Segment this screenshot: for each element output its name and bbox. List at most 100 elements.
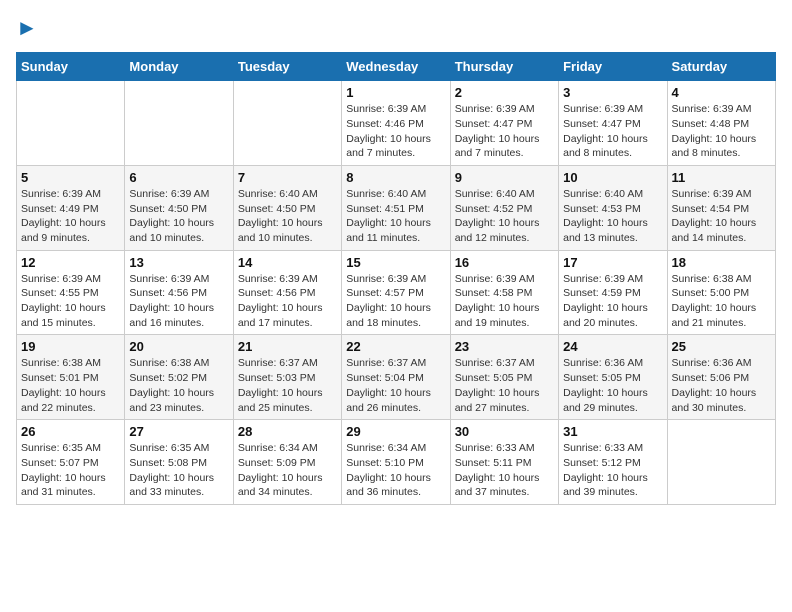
table-row: 4 Sunrise: 6:39 AM Sunset: 4:48 PM Daylig… xyxy=(667,81,775,166)
day-info: Sunrise: 6:38 AM Sunset: 5:01 PM Dayligh… xyxy=(21,356,120,415)
day-number: 30 xyxy=(455,424,554,439)
day-number: 16 xyxy=(455,255,554,270)
col-friday: Friday xyxy=(559,53,667,81)
calendar-week-3: 12Sunrise: 6:39 AM Sunset: 4:55 PM Dayli… xyxy=(17,250,776,335)
table-row: 22 Sunrise: 6:37 AM Sunset: 5:04 PM Dayli… xyxy=(342,335,450,420)
table-row: 28 Sunrise: 6:34 AM Sunset: 5:09 PM Dayli… xyxy=(233,420,341,505)
day-number: 23 xyxy=(455,339,554,354)
day-info: Sunrise: 6:40 AM Sunset: 4:53 PM Dayligh… xyxy=(563,187,662,246)
table-row: 9 Sunrise: 6:40 AM Sunset: 4:52 PM Daylig… xyxy=(450,165,558,250)
day-number: 22 xyxy=(346,339,445,354)
day-info: Sunrise: 6:39 AM Sunset: 4:47 PM Dayligh… xyxy=(563,102,662,161)
table-row xyxy=(667,420,775,505)
calendar-week-1: 1Sunrise: 6:39 AM Sunset: 4:46 PM Daylig… xyxy=(17,81,776,166)
day-info: Sunrise: 6:40 AM Sunset: 4:51 PM Dayligh… xyxy=(346,187,445,246)
table-row: 10 Sunrise: 6:40 AM Sunset: 4:53 PM Dayli… xyxy=(559,165,667,250)
day-number: 7 xyxy=(238,170,337,185)
table-row: 17 Sunrise: 6:39 AM Sunset: 4:59 PM Dayli… xyxy=(559,250,667,335)
day-number: 13 xyxy=(129,255,228,270)
table-row: 19 Sunrise: 6:38 AM Sunset: 5:01 PM Dayli… xyxy=(17,335,125,420)
day-info: Sunrise: 6:37 AM Sunset: 5:04 PM Dayligh… xyxy=(346,356,445,415)
table-row xyxy=(233,81,341,166)
calendar-week-5: 26 Sunrise: 6:35 AM Sunset: 5:07 PM Dayli… xyxy=(17,420,776,505)
day-number: 21 xyxy=(238,339,337,354)
day-info: Sunrise: 6:39 AM Sunset: 4:58 PM Dayligh… xyxy=(455,272,554,331)
day-info: Sunrise: 6:39 AM Sunset: 4:56 PM Dayligh… xyxy=(129,272,228,331)
table-row: 18 Sunrise: 6:38 AM Sunset: 5:00 PM Dayli… xyxy=(667,250,775,335)
day-number: 17 xyxy=(563,255,662,270)
day-info: Sunrise: 6:37 AM Sunset: 5:05 PM Dayligh… xyxy=(455,356,554,415)
day-info: Sunrise: 6:35 AM Sunset: 5:08 PM Dayligh… xyxy=(129,441,228,500)
table-row: 11 Sunrise: 6:39 AM Sunset: 4:54 PM Dayli… xyxy=(667,165,775,250)
table-row: 20Sunrise: 6:38 AM Sunset: 5:02 PM Dayli… xyxy=(125,335,233,420)
day-info: Sunrise: 6:40 AM Sunset: 4:50 PM Dayligh… xyxy=(238,187,337,246)
table-row: 16 Sunrise: 6:39 AM Sunset: 4:58 PM Dayli… xyxy=(450,250,558,335)
table-row: 13 Sunrise: 6:39 AM Sunset: 4:56 PM Dayli… xyxy=(125,250,233,335)
day-number: 6 xyxy=(129,170,228,185)
table-row: 31 Sunrise: 6:33 AM Sunset: 5:12 PM Dayli… xyxy=(559,420,667,505)
table-row: 21Sunrise: 6:37 AM Sunset: 5:03 PM Dayli… xyxy=(233,335,341,420)
day-info: Sunrise: 6:35 AM Sunset: 5:07 PM Dayligh… xyxy=(21,441,120,500)
table-row: 15 Sunrise: 6:39 AM Sunset: 4:57 PM Dayli… xyxy=(342,250,450,335)
calendar-week-4: 19 Sunrise: 6:38 AM Sunset: 5:01 PM Dayli… xyxy=(17,335,776,420)
day-number: 28 xyxy=(238,424,337,439)
day-number: 26 xyxy=(21,424,120,439)
table-row: 26 Sunrise: 6:35 AM Sunset: 5:07 PM Dayli… xyxy=(17,420,125,505)
table-row: 8Sunrise: 6:40 AM Sunset: 4:51 PM Daylig… xyxy=(342,165,450,250)
table-row: 27 Sunrise: 6:35 AM Sunset: 5:08 PM Dayli… xyxy=(125,420,233,505)
day-info: Sunrise: 6:36 AM Sunset: 5:06 PM Dayligh… xyxy=(672,356,771,415)
day-number: 5 xyxy=(21,170,120,185)
day-number: 25 xyxy=(672,339,771,354)
calendar-table: Sunday Monday Tuesday Wednesday Thursday… xyxy=(16,52,776,505)
day-info: Sunrise: 6:39 AM Sunset: 4:59 PM Dayligh… xyxy=(563,272,662,331)
day-info: Sunrise: 6:33 AM Sunset: 5:12 PM Dayligh… xyxy=(563,441,662,500)
page-header: ► xyxy=(16,16,776,40)
day-info: Sunrise: 6:39 AM Sunset: 4:55 PM Dayligh… xyxy=(21,272,120,331)
col-thursday: Thursday xyxy=(450,53,558,81)
day-number: 15 xyxy=(346,255,445,270)
day-info: Sunrise: 6:39 AM Sunset: 4:46 PM Dayligh… xyxy=(346,102,445,161)
day-number: 4 xyxy=(672,85,771,100)
logo-triangle-icon: ► xyxy=(16,15,38,40)
day-number: 18 xyxy=(672,255,771,270)
day-number: 27 xyxy=(129,424,228,439)
day-number: 29 xyxy=(346,424,445,439)
day-info: Sunrise: 6:40 AM Sunset: 4:52 PM Dayligh… xyxy=(455,187,554,246)
table-row: 5 Sunrise: 6:39 AM Sunset: 4:49 PM Daylig… xyxy=(17,165,125,250)
day-number: 10 xyxy=(563,170,662,185)
day-info: Sunrise: 6:39 AM Sunset: 4:49 PM Dayligh… xyxy=(21,187,120,246)
day-number: 9 xyxy=(455,170,554,185)
day-info: Sunrise: 6:39 AM Sunset: 4:48 PM Dayligh… xyxy=(672,102,771,161)
day-number: 3 xyxy=(563,85,662,100)
calendar-week-2: 5 Sunrise: 6:39 AM Sunset: 4:49 PM Daylig… xyxy=(17,165,776,250)
day-info: Sunrise: 6:39 AM Sunset: 4:54 PM Dayligh… xyxy=(672,187,771,246)
day-info: Sunrise: 6:34 AM Sunset: 5:09 PM Dayligh… xyxy=(238,441,337,500)
day-number: 24 xyxy=(563,339,662,354)
table-row xyxy=(125,81,233,166)
table-row: 1Sunrise: 6:39 AM Sunset: 4:46 PM Daylig… xyxy=(342,81,450,166)
table-row: 30 Sunrise: 6:33 AM Sunset: 5:11 PM Dayli… xyxy=(450,420,558,505)
table-row: 7 Sunrise: 6:40 AM Sunset: 4:50 PM Daylig… xyxy=(233,165,341,250)
table-row: 6 Sunrise: 6:39 AM Sunset: 4:50 PM Daylig… xyxy=(125,165,233,250)
day-number: 11 xyxy=(672,170,771,185)
day-info: Sunrise: 6:39 AM Sunset: 4:50 PM Dayligh… xyxy=(129,187,228,246)
col-saturday: Saturday xyxy=(667,53,775,81)
table-row: 14Sunrise: 6:39 AM Sunset: 4:56 PM Dayli… xyxy=(233,250,341,335)
logo: ► xyxy=(16,16,38,40)
day-info: Sunrise: 6:39 AM Sunset: 4:57 PM Dayligh… xyxy=(346,272,445,331)
table-row: 29Sunrise: 6:34 AM Sunset: 5:10 PM Dayli… xyxy=(342,420,450,505)
header-row: Sunday Monday Tuesday Wednesday Thursday… xyxy=(17,53,776,81)
day-number: 19 xyxy=(21,339,120,354)
table-row: 2Sunrise: 6:39 AM Sunset: 4:47 PM Daylig… xyxy=(450,81,558,166)
day-number: 31 xyxy=(563,424,662,439)
col-monday: Monday xyxy=(125,53,233,81)
col-wednesday: Wednesday xyxy=(342,53,450,81)
table-row: 24Sunrise: 6:36 AM Sunset: 5:05 PM Dayli… xyxy=(559,335,667,420)
table-row: 3 Sunrise: 6:39 AM Sunset: 4:47 PM Daylig… xyxy=(559,81,667,166)
day-number: 14 xyxy=(238,255,337,270)
col-tuesday: Tuesday xyxy=(233,53,341,81)
table-row: 23 Sunrise: 6:37 AM Sunset: 5:05 PM Dayli… xyxy=(450,335,558,420)
day-info: Sunrise: 6:38 AM Sunset: 5:00 PM Dayligh… xyxy=(672,272,771,331)
day-info: Sunrise: 6:33 AM Sunset: 5:11 PM Dayligh… xyxy=(455,441,554,500)
table-row xyxy=(17,81,125,166)
